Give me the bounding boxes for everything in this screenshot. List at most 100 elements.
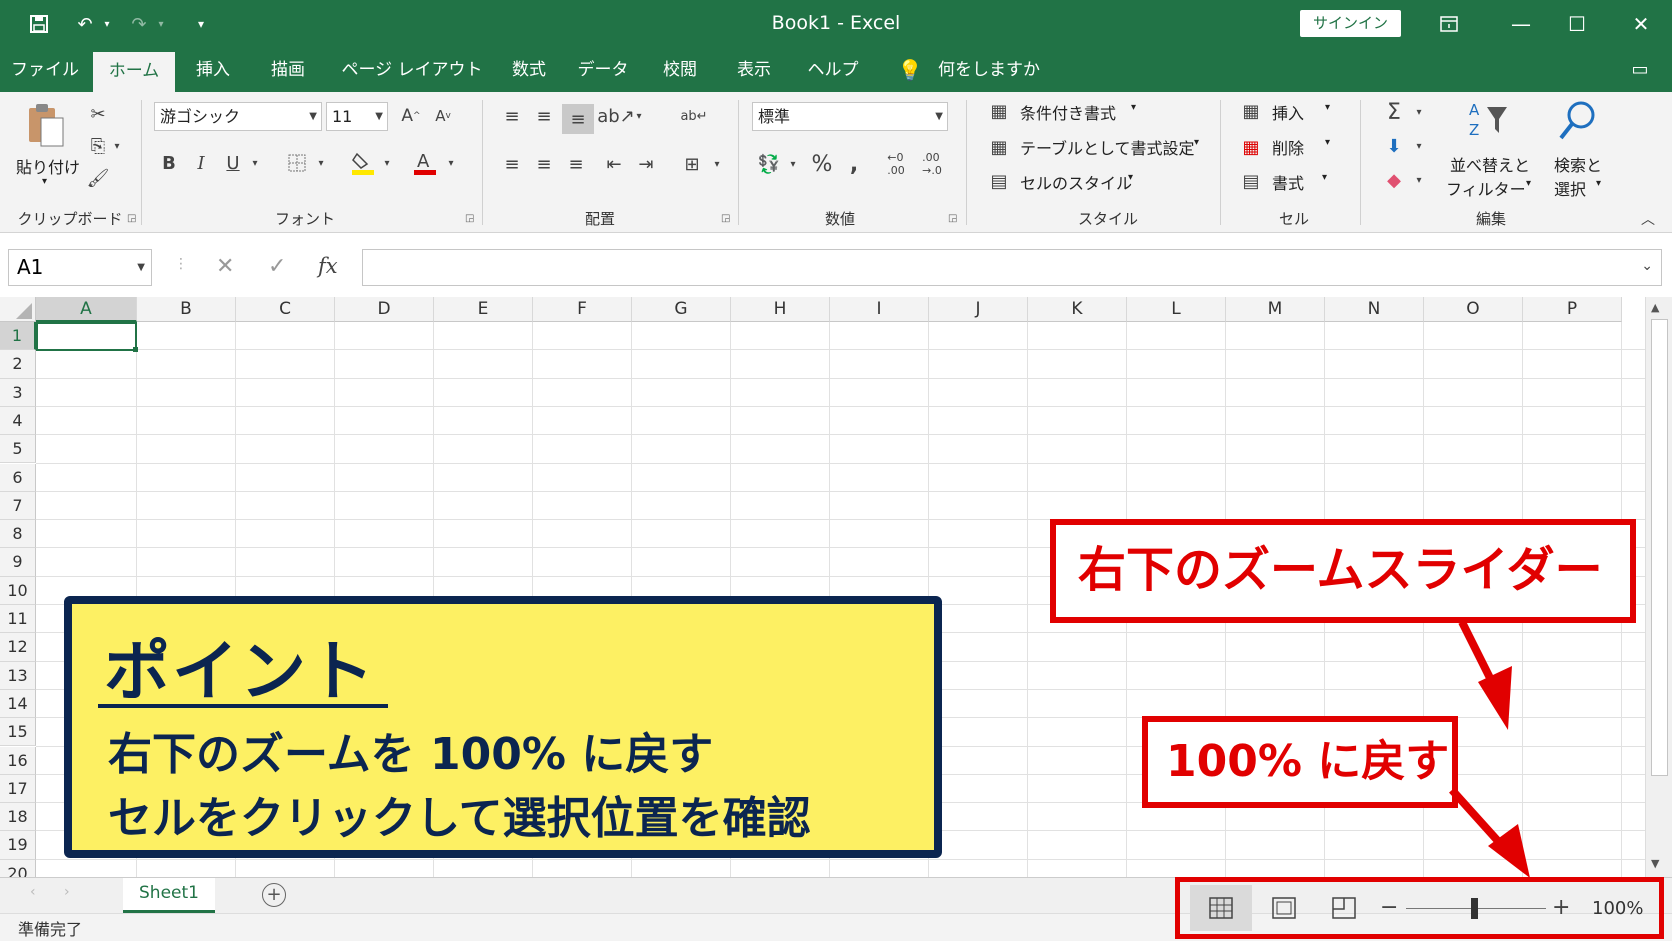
- font-size-combo[interactable]: 11 ▼: [326, 102, 388, 131]
- decrease-indent-icon[interactable]: ⇤: [600, 150, 628, 178]
- find-select-label-1[interactable]: 検索と: [1554, 152, 1602, 176]
- insert-cells-button[interactable]: 挿入: [1272, 100, 1304, 124]
- wrap-text-icon[interactable]: ab↵: [678, 102, 710, 130]
- orientation-icon[interactable]: ab↗: [597, 102, 635, 130]
- tab-insert[interactable]: 挿入: [184, 48, 242, 92]
- insert-cells-icon[interactable]: ▦: [1238, 98, 1264, 124]
- row-header-18[interactable]: 18: [0, 803, 36, 832]
- format-cells-button[interactable]: 書式: [1272, 170, 1304, 194]
- decrease-font-size-icon[interactable]: Av: [430, 102, 456, 130]
- row-header-19[interactable]: 19: [0, 831, 36, 860]
- sheet-next-icon[interactable]: ›: [64, 884, 70, 900]
- fill-color-dropdown-icon[interactable]: ▾: [380, 148, 394, 178]
- delete-cells-icon[interactable]: ▦: [1238, 134, 1264, 160]
- paste-icon[interactable]: [22, 100, 70, 150]
- percent-style-icon[interactable]: %: [808, 150, 836, 178]
- scroll-down-icon[interactable]: ▼: [1651, 857, 1659, 870]
- tab-draw[interactable]: 描画: [258, 48, 318, 92]
- expand-formula-bar-icon[interactable]: ⌄: [1641, 258, 1653, 274]
- conditional-formatting-icon[interactable]: ▦: [986, 98, 1012, 124]
- comments-icon[interactable]: ▭: [1622, 48, 1658, 92]
- row-header-1[interactable]: 1: [0, 322, 36, 351]
- name-box[interactable]: A1 ▼: [8, 249, 152, 286]
- find-select-dropdown-icon[interactable]: ▾: [1596, 178, 1601, 189]
- bold-icon[interactable]: B: [156, 148, 182, 178]
- tab-view[interactable]: 表示: [726, 48, 782, 92]
- format-as-table-dropdown-icon[interactable]: ▾: [1194, 137, 1199, 148]
- align-center-icon[interactable]: ≡: [530, 150, 558, 178]
- sheet-prev-icon[interactable]: ‹: [30, 884, 36, 900]
- column-header-k[interactable]: K: [1028, 297, 1127, 322]
- close-icon[interactable]: ✕: [1612, 0, 1670, 48]
- increase-font-size-icon[interactable]: A ^: [398, 102, 424, 130]
- fill-color-icon[interactable]: [348, 148, 378, 178]
- tell-me-search[interactable]: 何をしますか: [936, 48, 1042, 92]
- tab-home[interactable]: ホーム: [93, 52, 175, 92]
- top-align-icon[interactable]: ≡: [498, 102, 526, 130]
- merge-center-icon[interactable]: ⊞: [678, 150, 706, 178]
- column-header-d[interactable]: D: [335, 297, 434, 322]
- copy-dropdown-icon[interactable]: ▾: [110, 132, 124, 160]
- vertical-scrollbar[interactable]: ▲ ▼: [1645, 297, 1672, 877]
- scroll-thumb[interactable]: [1651, 319, 1668, 776]
- selected-cell[interactable]: [36, 322, 137, 351]
- copy-icon[interactable]: ⎘: [84, 132, 112, 160]
- middle-align-icon[interactable]: ≡: [530, 102, 558, 130]
- borders-icon[interactable]: [282, 148, 312, 178]
- new-sheet-icon[interactable]: +: [262, 883, 286, 907]
- row-header-15[interactable]: 15: [0, 718, 36, 747]
- underline-icon[interactable]: U: [220, 148, 246, 178]
- format-cells-icon[interactable]: ▤: [1238, 168, 1264, 194]
- fill-icon[interactable]: ⬇: [1380, 132, 1408, 160]
- fill-dropdown-icon[interactable]: ▾: [1412, 132, 1426, 160]
- row-header-3[interactable]: 3: [0, 378, 36, 407]
- select-all-button[interactable]: [0, 297, 36, 322]
- merge-dropdown-icon[interactable]: ▾: [710, 150, 724, 178]
- format-as-table-button[interactable]: テーブルとして書式設定: [1020, 135, 1195, 159]
- align-right-icon[interactable]: ≡: [562, 150, 590, 178]
- decrease-decimal-icon[interactable]: .00 →.0: [916, 150, 948, 178]
- underline-dropdown-icon[interactable]: ▾: [248, 148, 262, 178]
- cell-styles-icon[interactable]: ▤: [986, 168, 1012, 194]
- row-header-7[interactable]: 7: [0, 491, 36, 521]
- clear-dropdown-icon[interactable]: ▾: [1412, 166, 1426, 194]
- align-left-icon[interactable]: ≡: [498, 150, 526, 178]
- tab-file[interactable]: ファイル: [6, 48, 84, 92]
- column-header-m[interactable]: M: [1226, 297, 1325, 322]
- column-header-c[interactable]: C: [236, 297, 335, 322]
- cancel-entry-icon[interactable]: ✕: [216, 254, 234, 279]
- cut-icon[interactable]: ✂: [84, 100, 112, 128]
- find-select-icon[interactable]: [1554, 98, 1600, 144]
- autosum-icon[interactable]: Σ: [1380, 98, 1408, 126]
- maximize-icon[interactable]: ☐: [1548, 0, 1606, 48]
- tab-data[interactable]: データ: [572, 48, 634, 92]
- minimize-icon[interactable]: —: [1492, 0, 1550, 48]
- row-header-13[interactable]: 13: [0, 661, 36, 690]
- row-header-9[interactable]: 9: [0, 548, 36, 577]
- column-header-i[interactable]: I: [830, 297, 929, 322]
- row-header-8[interactable]: 8: [0, 520, 36, 549]
- italic-icon[interactable]: I: [188, 148, 214, 178]
- column-header-a[interactable]: A: [36, 297, 137, 322]
- row-header-20[interactable]: 20: [0, 859, 36, 877]
- tab-formulas[interactable]: 数式: [502, 48, 556, 92]
- column-header-f[interactable]: F: [533, 297, 632, 322]
- tab-help[interactable]: ヘルプ: [800, 48, 866, 92]
- row-header-5[interactable]: 5: [0, 435, 36, 464]
- clipboard-launcher-icon[interactable]: ◲: [127, 213, 136, 224]
- find-select-label-2[interactable]: 選択: [1554, 176, 1586, 200]
- accounting-dropdown-icon[interactable]: ▾: [786, 150, 800, 178]
- column-header-o[interactable]: O: [1424, 297, 1523, 322]
- scroll-up-icon[interactable]: ▲: [1651, 301, 1659, 314]
- sort-filter-icon[interactable]: AZ: [1466, 98, 1512, 142]
- ribbon-display-options-icon[interactable]: [1420, 0, 1478, 48]
- font-launcher-icon[interactable]: ◲: [465, 213, 474, 224]
- formula-input[interactable]: ⌄: [362, 249, 1662, 286]
- format-painter-icon[interactable]: 🖌: [84, 164, 112, 192]
- increase-indent-icon[interactable]: ⇥: [632, 150, 660, 178]
- row-header-4[interactable]: 4: [0, 406, 36, 436]
- format-as-table-icon[interactable]: ▦: [986, 134, 1012, 160]
- borders-dropdown-icon[interactable]: ▾: [314, 148, 328, 178]
- tab-page-layout[interactable]: ページ レイアウト: [336, 48, 488, 92]
- sort-filter-label-2[interactable]: フィルター: [1446, 176, 1526, 200]
